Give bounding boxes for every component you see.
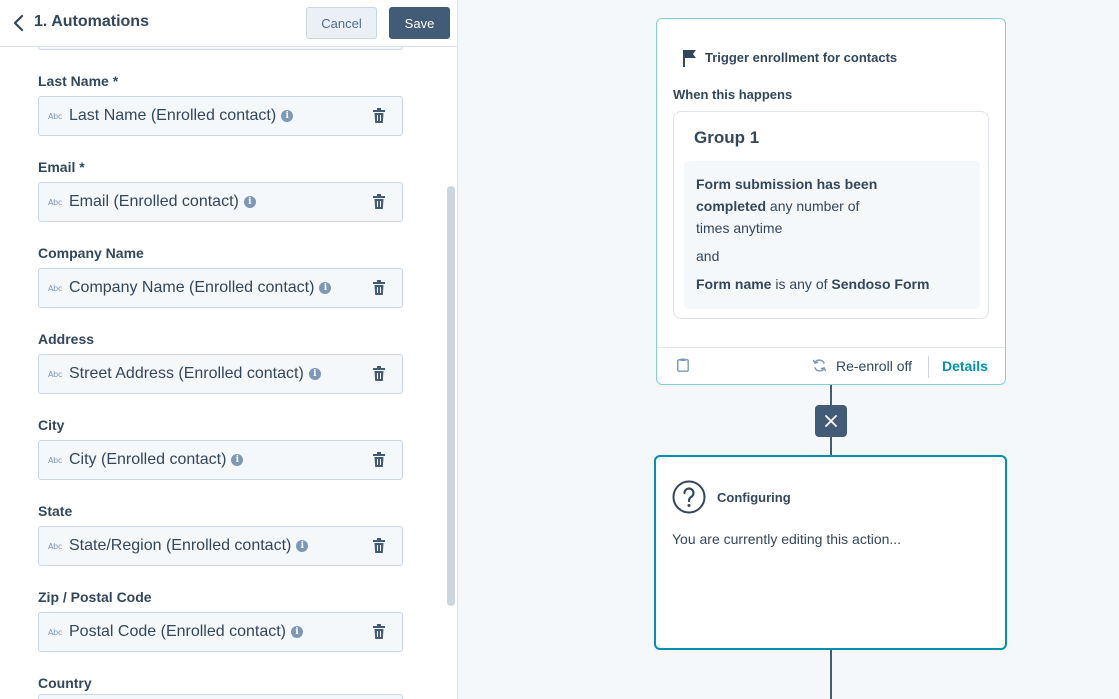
field-email[interactable]: Abc Email (Enrolled contact) i	[38, 182, 403, 222]
criteria-bold: Form submission has been	[696, 176, 878, 192]
criteria-text: any number of	[766, 198, 860, 214]
info-icon[interactable]: i	[281, 110, 294, 122]
abc-text-icon: Abc	[48, 198, 63, 207]
group-title: Group 1	[694, 128, 760, 147]
abc-text-icon: Abc	[48, 284, 63, 293]
trash-icon[interactable]	[373, 280, 385, 295]
field-value: Postal Code (Enrolled contact) i	[69, 623, 303, 641]
info-icon[interactable]: i	[291, 626, 303, 638]
trash-icon[interactable]	[373, 108, 385, 123]
abc-text-icon: Abc	[48, 542, 63, 551]
field-country[interactable]	[38, 694, 403, 699]
cancel-button[interactable]: Cancel	[306, 7, 377, 39]
field-value: Email (Enrolled contact) i	[69, 193, 256, 211]
criteria-text: is any of	[771, 276, 832, 292]
close-icon	[825, 415, 837, 427]
field-last-name[interactable]: Abc Last Name (Enrolled contact) i	[38, 96, 403, 136]
criteria-line: completed any number of	[696, 198, 859, 214]
field-value-text: State/Region (Enrolled contact)	[69, 537, 292, 554]
config-text: You are currently editing this action...	[672, 531, 902, 547]
connector-line	[830, 650, 832, 699]
criteria-and: and	[696, 248, 720, 264]
trash-icon[interactable]	[373, 624, 385, 639]
field-value: State/Region (Enrolled contact) i	[69, 537, 309, 555]
panel-title: 1. Automations	[34, 13, 149, 30]
info-icon[interactable]: i	[231, 454, 244, 466]
reenroll-status[interactable]: Re-enroll off	[836, 358, 912, 374]
flag-icon	[683, 50, 696, 67]
criteria-line: times anytime	[696, 220, 783, 236]
question-circle-icon	[672, 480, 706, 514]
abc-text-icon: Abc	[48, 112, 63, 121]
field-value: City (Enrolled contact) i	[69, 451, 244, 469]
criteria-line: Form submission has been	[696, 176, 877, 192]
refresh-icon	[812, 359, 827, 372]
abc-text-icon: Abc	[48, 628, 63, 637]
action-config-panel: Last Name * Abc Last Name (Enrolled cont…	[0, 0, 458, 699]
when-label: When this happens	[673, 87, 793, 102]
trigger-card-footer: Re-enroll off Details	[657, 347, 1005, 385]
trash-icon[interactable]	[373, 366, 385, 381]
field-value-text: City (Enrolled contact)	[69, 451, 227, 468]
field-company-name[interactable]: Abc Company Name (Enrolled contact) i	[38, 268, 403, 308]
close-button[interactable]	[815, 405, 847, 437]
details-link[interactable]: Details	[942, 358, 988, 374]
criteria-group: Group 1 Form submission has been complet…	[673, 111, 989, 319]
criteria-line: Form name is any of Sendoso Form	[696, 276, 929, 292]
info-icon[interactable]: i	[243, 196, 256, 208]
field-label-address: Address	[38, 331, 95, 347]
field-label-country: Country	[38, 675, 92, 691]
field-label-state: State	[38, 503, 73, 519]
trash-icon[interactable]	[373, 194, 385, 209]
field-value: Last Name (Enrolled contact) i	[69, 107, 294, 125]
field-label-last-name: Last Name *	[38, 73, 119, 89]
chevron-left-icon[interactable]	[12, 14, 26, 32]
field-zip[interactable]: Abc Postal Code (Enrolled contact) i	[38, 612, 403, 652]
criteria-bold: completed	[696, 198, 767, 214]
connector-line	[830, 385, 832, 405]
field-value-text: Postal Code (Enrolled contact)	[69, 623, 286, 640]
config-title: Configuring	[717, 490, 791, 505]
field-value: Street Address (Enrolled contact) i	[69, 365, 321, 383]
abc-text-icon: Abc	[48, 370, 63, 379]
scrollbar-thumb[interactable]	[447, 186, 455, 606]
trigger-card[interactable]: Trigger enrollment for contacts When thi…	[656, 18, 1006, 385]
field-value-text: Street Address (Enrolled contact)	[69, 365, 304, 382]
field-city[interactable]: Abc City (Enrolled contact) i	[38, 440, 403, 480]
field-label-city: City	[38, 417, 65, 433]
field-state[interactable]: Abc State/Region (Enrolled contact) i	[38, 526, 403, 566]
field-value-text: Email (Enrolled contact)	[69, 193, 239, 210]
field-label-zip: Zip / Postal Code	[38, 589, 152, 605]
divider	[928, 356, 929, 378]
abc-text-icon: Abc	[48, 456, 63, 465]
configuring-action-card[interactable]: Configuring You are currently editing th…	[654, 455, 1007, 650]
info-icon[interactable]: i	[308, 368, 321, 380]
info-icon[interactable]: i	[296, 540, 309, 552]
trash-icon[interactable]	[373, 452, 385, 467]
criteria-bold: Sendoso Form	[831, 276, 930, 292]
field-value: Company Name (Enrolled contact) i	[69, 279, 332, 297]
field-label-email: Email *	[38, 159, 85, 175]
field-label-company-name: Company Name	[38, 245, 144, 261]
connector-line	[830, 437, 832, 455]
field-address[interactable]: Abc Street Address (Enrolled contact) i	[38, 354, 403, 394]
save-button[interactable]: Save	[389, 7, 450, 39]
trash-icon[interactable]	[373, 538, 385, 553]
field-value-text: Company Name (Enrolled contact)	[69, 279, 315, 296]
criteria-box: Form submission has been completed any n…	[684, 161, 980, 309]
clipboard-icon[interactable]	[677, 358, 689, 372]
trigger-title: Trigger enrollment for contacts	[705, 50, 898, 65]
field-value-text: Last Name (Enrolled contact)	[69, 107, 277, 124]
criteria-bold: Form name	[696, 276, 772, 292]
workflow-canvas: Trigger enrollment for contacts When thi…	[458, 0, 1119, 699]
info-icon[interactable]: i	[319, 282, 332, 294]
panel-header: 1. Automations Cancel Save	[0, 0, 457, 47]
